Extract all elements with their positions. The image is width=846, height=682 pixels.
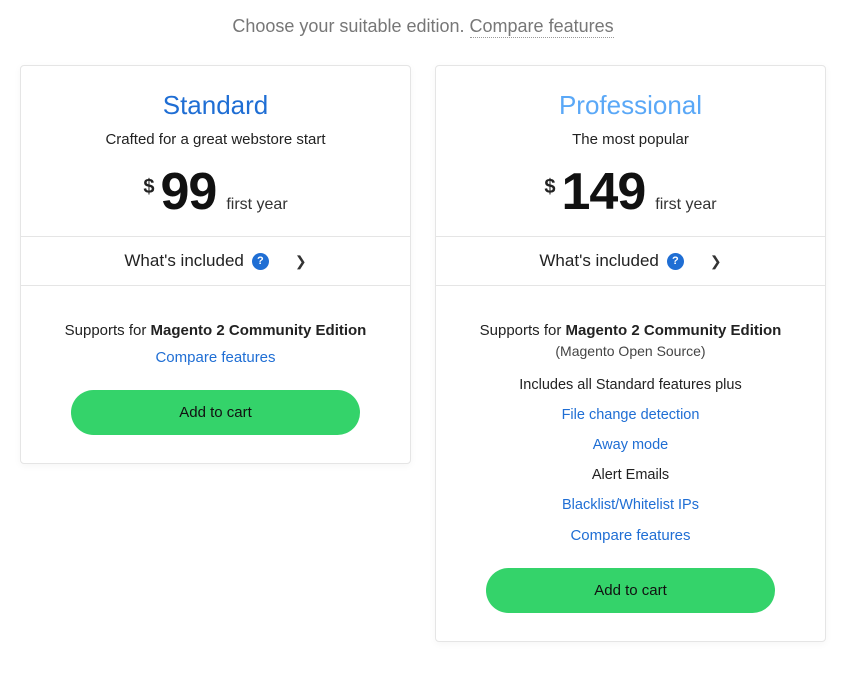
pricing-plans: Standard Crafted for a great webstore st… [20,65,826,642]
plan-body: Supports for Magento 2 Community Edition… [21,286,410,463]
price-amount: 99 [160,166,216,218]
price-row: $ 149 first year [456,166,805,218]
plan-tagline: Crafted for a great webstore start [41,131,390,148]
plan-header: Professional The most popular $ 149 firs… [436,66,825,236]
plan-title: Standard [41,90,390,121]
info-icon: ? [667,253,684,270]
header-compare-link[interactable]: Compare features [470,16,614,38]
supports-edition: Magento 2 Community Edition [566,322,782,339]
price-period: first year [655,196,716,214]
whats-included-label: What's included [124,251,243,271]
add-to-cart-button[interactable]: Add to cart [71,390,361,435]
whats-included-toggle[interactable]: What's included ? ❯ [436,236,825,286]
feature-link[interactable]: Blacklist/Whitelist IPs [460,497,801,513]
supports-text: Supports for Magento 2 Community Edition [460,322,801,339]
plan-title: Professional [456,90,805,121]
plan-card-standard: Standard Crafted for a great webstore st… [20,65,411,464]
feature-intro: Includes all Standard features plus [460,377,801,393]
supports-prefix: Supports for [480,322,566,339]
whats-included-toggle[interactable]: What's included ? ❯ [21,236,410,286]
feature-list: File change detection Away mode Alert Emai… [460,407,801,513]
compare-features-link[interactable]: Compare features [45,349,386,366]
supports-edition: Magento 2 Community Edition [151,322,367,339]
price-row: $ 99 first year [41,166,390,218]
feature-link[interactable]: File change detection [460,407,801,423]
price-period: first year [226,196,287,214]
whats-included-label: What's included [539,251,658,271]
currency-symbol: $ [544,176,555,199]
plan-body: Supports for Magento 2 Community Edition… [436,286,825,641]
header-lead-text: Choose your suitable edition. [232,16,469,36]
price-amount: 149 [562,166,646,218]
currency-symbol: $ [143,176,154,199]
chevron-right-icon: ❯ [710,253,722,270]
compare-features-link[interactable]: Compare features [460,527,801,544]
feature-link[interactable]: Away mode [460,437,801,453]
add-to-cart-button[interactable]: Add to cart [486,568,776,613]
header-subtitle: Choose your suitable edition. Compare fe… [20,16,826,37]
feature-item: Alert Emails [460,467,801,483]
plan-header: Standard Crafted for a great webstore st… [21,66,410,236]
supports-subnote: (Magento Open Source) [460,343,801,359]
supports-prefix: Supports for [65,322,151,339]
supports-text: Supports for Magento 2 Community Edition [45,322,386,339]
info-icon: ? [252,253,269,270]
plan-tagline: The most popular [456,131,805,148]
plan-card-professional: Professional The most popular $ 149 firs… [435,65,826,642]
chevron-right-icon: ❯ [295,253,307,270]
